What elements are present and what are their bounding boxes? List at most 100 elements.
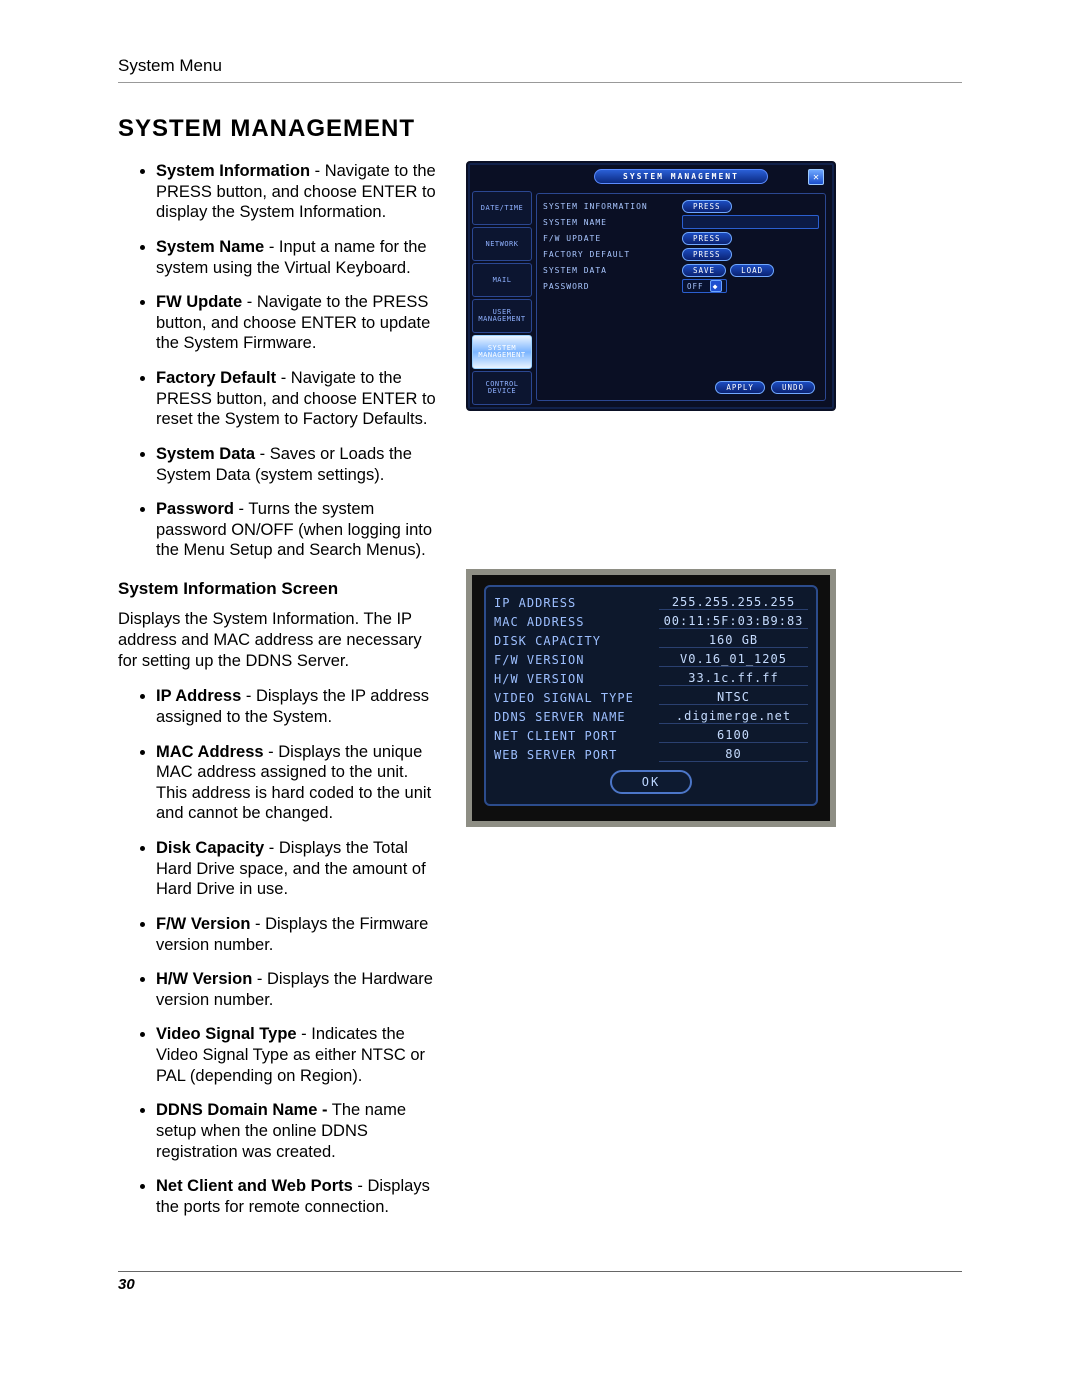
ok-button[interactable]: OK — [610, 770, 692, 794]
info-row: WEB SERVER PORT80 — [494, 745, 808, 764]
list-item: FW Update - Navigate to the PRESS button… — [156, 292, 438, 354]
info-key: H/W VERSION — [494, 672, 659, 686]
sidebar-tab[interactable]: NETWORK — [472, 227, 532, 261]
password-state: OFF — [687, 282, 704, 291]
bullet-term: Password — [156, 500, 234, 518]
undo-button[interactable]: UNDO — [771, 381, 815, 394]
label-factory-default: FACTORY DEFAULT — [543, 250, 678, 259]
bullet-list-2: IP Address - Displays the IP address ass… — [118, 686, 438, 1217]
info-key: F/W VERSION — [494, 653, 659, 667]
press-button[interactable]: PRESS — [682, 200, 732, 213]
sm-sidebar: DATE/TIMENETWORKMAILUSER MANAGEMENTSYSTE… — [472, 191, 532, 405]
bullet-term: Net Client and Web Ports — [156, 1177, 353, 1195]
sidebar-tab[interactable]: USER MANAGEMENT — [472, 299, 532, 333]
screenshot-system-information: IP ADDRESS255.255.255.255MAC ADDRESS00:1… — [466, 569, 836, 827]
info-row: MAC ADDRESS00:11:5F:03:B9:83 — [494, 612, 808, 631]
info-value: 6100 — [659, 728, 808, 743]
spacer — [466, 435, 962, 545]
sidebar-tab[interactable]: DATE/TIME — [472, 191, 532, 225]
subheading-sysinfo: System Information Screen — [118, 579, 438, 599]
bullet-term: H/W Version — [156, 970, 252, 988]
sm-title: SYSTEM MANAGEMENT — [594, 169, 768, 184]
running-header: System Menu — [118, 56, 962, 83]
list-item: System Data - Saves or Loads the System … — [156, 444, 438, 485]
bullet-term: FW Update — [156, 293, 242, 311]
row-system-data: SYSTEM DATA SAVE LOAD — [543, 262, 819, 278]
load-button[interactable]: LOAD — [730, 264, 774, 277]
info-key: NET CLIENT PORT — [494, 729, 659, 743]
info-row: DISK CAPACITY160 GB — [494, 631, 808, 650]
info-row: H/W VERSION33.1c.ff.ff — [494, 669, 808, 688]
page-title: SYSTEM MANAGEMENT — [118, 115, 962, 143]
page: System Menu SYSTEM MANAGEMENT System Inf… — [0, 0, 1080, 1397]
bullet-term: MAC Address — [156, 743, 264, 761]
info-value: V0.16_01_1205 — [659, 652, 808, 667]
info-row: DDNS SERVER NAME.digimerge.net — [494, 707, 808, 726]
list-item: System Information - Navigate to the PRE… — [156, 161, 438, 223]
info-ok-row: OK — [494, 770, 808, 794]
sidebar-tab[interactable]: MAIL — [472, 263, 532, 297]
list-item: Video Signal Type - Indicates the Video … — [156, 1024, 438, 1086]
page-footer: 30 — [118, 1271, 962, 1293]
bullet-term: System Information — [156, 162, 310, 180]
row-factory-default: FACTORY DEFAULT PRESS — [543, 246, 819, 262]
para-sysinfo: Displays the System Information. The IP … — [118, 609, 438, 672]
label-password: PASSWORD — [543, 282, 678, 291]
bullet-list-1: System Information - Navigate to the PRE… — [118, 161, 438, 561]
label-fw-update: F/W UPDATE — [543, 234, 678, 243]
row-fw-update: F/W UPDATE PRESS — [543, 230, 819, 246]
list-item: System Name - Input a name for the syste… — [156, 237, 438, 278]
close-icon[interactable]: ✕ — [808, 169, 824, 185]
list-item: IP Address - Displays the IP address ass… — [156, 686, 438, 727]
info-value: 00:11:5F:03:B9:83 — [659, 614, 808, 629]
info-key: IP ADDRESS — [494, 596, 659, 610]
bullet-term: Disk Capacity — [156, 839, 264, 857]
text-column: System Information - Navigate to the PRE… — [118, 161, 438, 1235]
info-value: 255.255.255.255 — [659, 595, 808, 610]
bullet-term: F/W Version — [156, 915, 250, 933]
sm-footer: APPLY UNDO — [715, 381, 815, 394]
bullet-term: DDNS Domain Name - — [156, 1101, 327, 1119]
info-inner: IP ADDRESS255.255.255.255MAC ADDRESS00:1… — [484, 585, 818, 806]
list-item: Factory Default - Navigate to the PRESS … — [156, 368, 438, 430]
sm-titlebar: SYSTEM MANAGEMENT — [536, 169, 826, 187]
screenshot-system-management: SYSTEM MANAGEMENT ✕ DATE/TIMENETWORKMAIL… — [466, 161, 836, 411]
list-item: DDNS Domain Name - The name setup when t… — [156, 1100, 438, 1162]
row-password: PASSWORD OFF ◆ — [543, 278, 819, 294]
list-item: Disk Capacity - Displays the Total Hard … — [156, 838, 438, 900]
bullet-term: Factory Default — [156, 369, 276, 387]
info-row: F/W VERSIONV0.16_01_1205 — [494, 650, 808, 669]
bullet-term: System Name — [156, 238, 264, 256]
password-toggle[interactable]: OFF ◆ — [682, 279, 727, 293]
sm-body: SYSTEM INFORMATION PRESS SYSTEM NAME F/W… — [536, 193, 826, 401]
info-value: 160 GB — [659, 633, 808, 648]
info-key: DISK CAPACITY — [494, 634, 659, 648]
info-row: NET CLIENT PORT6100 — [494, 726, 808, 745]
page-number: 30 — [118, 1276, 135, 1293]
info-value: 33.1c.ff.ff — [659, 671, 808, 686]
list-item: F/W Version - Displays the Firmware vers… — [156, 914, 438, 955]
list-item: Net Client and Web Ports - Displays the … — [156, 1176, 438, 1217]
list-item: H/W Version - Displays the Hardware vers… — [156, 969, 438, 1010]
press-button[interactable]: PRESS — [682, 248, 732, 261]
info-value: NTSC — [659, 690, 808, 705]
info-key: WEB SERVER PORT — [494, 748, 659, 762]
info-value: .digimerge.net — [659, 709, 808, 724]
sidebar-tab[interactable]: SYSTEM MANAGEMENT — [472, 335, 532, 369]
chevron-icon: ◆ — [710, 280, 722, 292]
info-key: VIDEO SIGNAL TYPE — [494, 691, 659, 705]
press-button[interactable]: PRESS — [682, 232, 732, 245]
save-button[interactable]: SAVE — [682, 264, 726, 277]
sidebar-tab[interactable]: CONTROL DEVICE — [472, 371, 532, 405]
list-item: Password - Turns the system password ON/… — [156, 499, 438, 561]
system-name-input[interactable] — [682, 215, 819, 229]
info-row: IP ADDRESS255.255.255.255 — [494, 593, 808, 612]
row-system-name: SYSTEM NAME — [543, 214, 819, 230]
info-key: MAC ADDRESS — [494, 615, 659, 629]
label-system-information: SYSTEM INFORMATION — [543, 202, 678, 211]
apply-button[interactable]: APPLY — [715, 381, 765, 394]
info-key: DDNS SERVER NAME — [494, 710, 659, 724]
section-system-management: System Information - Navigate to the PRE… — [118, 161, 962, 1235]
info-row: VIDEO SIGNAL TYPENTSC — [494, 688, 808, 707]
label-system-name: SYSTEM NAME — [543, 218, 678, 227]
